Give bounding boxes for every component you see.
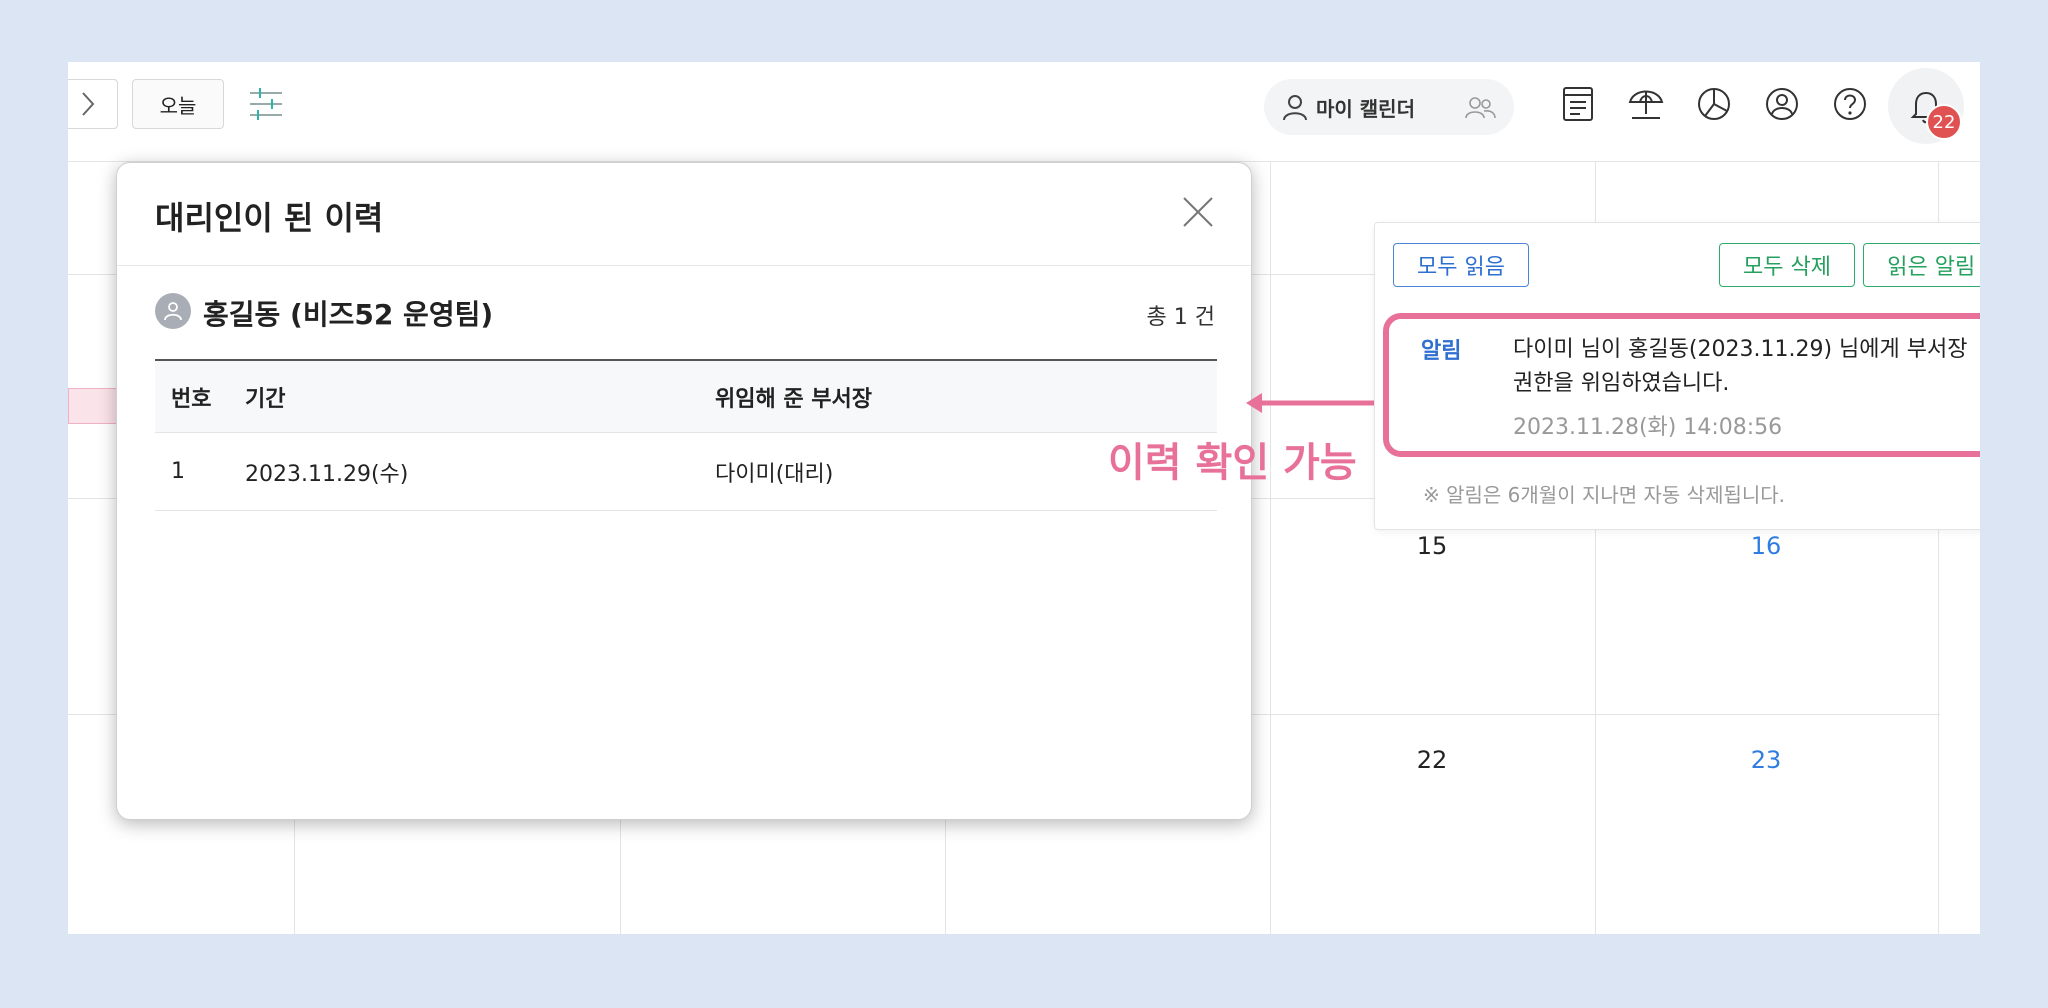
chevron-right-icon [82, 92, 95, 116]
profile-icon[interactable] [1762, 84, 1802, 124]
day-number-saturday[interactable]: 16 [1736, 532, 1796, 560]
next-button[interactable] [68, 79, 118, 129]
notification-count-badge: 22 [1926, 104, 1962, 140]
table-row: 1 2023.11.29(수) 다이미(대리) [155, 433, 1217, 511]
modal-title: 대리인이 된 이력 [155, 199, 384, 237]
column-header-number: 번호 [171, 386, 212, 412]
notification-tag: 알림 [1421, 339, 1462, 364]
notification-time: 2023.11.28(화) 14:08:56 [1513, 415, 1783, 440]
history-table: 번호 기간 위임해 준 부서장 1 2023.11.29(수) 다이미(대리) [155, 359, 1217, 511]
person-icon [1283, 95, 1307, 121]
annotation-label: 이력 확인 가능 [1108, 440, 1357, 486]
column-header-delegator: 위임해 준 부서장 [715, 386, 872, 412]
my-calendar-toggle[interactable]: 마이 캘린더 [1264, 79, 1514, 135]
divider [117, 265, 1251, 266]
table-cell: 1 [171, 459, 185, 484]
shared-calendar-icon[interactable] [1464, 93, 1496, 121]
my-calendar-label: 마이 캘린더 [1316, 96, 1415, 121]
notification-panel: 모두 읽음 모두 삭제 읽은 알림 삭제 알림 다이미 님이 홍길동(2023.… [1374, 222, 1980, 530]
today-button[interactable]: 오늘 [132, 79, 224, 129]
calendar-app: 오늘 마이 캘린더 22 15 16 22 23 대리인이 된 이력 홍길동 (… [68, 62, 1980, 934]
delete-all-button[interactable]: 모두 삭제 [1719, 243, 1855, 287]
day-number[interactable]: 22 [1402, 746, 1462, 774]
help-icon[interactable] [1830, 84, 1870, 124]
person-icon [164, 302, 182, 321]
grid-line [1270, 162, 1271, 934]
avatar [155, 293, 191, 329]
annotation-arrow-icon [1246, 393, 1382, 413]
column-header-period: 기간 [245, 386, 286, 412]
table-cell: 2023.11.29(수) [245, 461, 409, 487]
notification-item[interactable]: 알림 다이미 님이 홍길동(2023.11.29) 님에게 부서장 권한을 위임… [1383, 313, 1980, 457]
notification-footer-note: ※ 알림은 6개월이 지나면 자동 삭제됩니다. [1423, 483, 1786, 507]
statistics-pie-icon[interactable] [1694, 84, 1734, 124]
notes-icon[interactable] [1558, 84, 1598, 124]
filter-settings-icon[interactable] [246, 84, 286, 124]
delete-read-button[interactable]: 읽은 알림 삭제 [1863, 243, 1980, 287]
notification-message: 다이미 님이 홍길동(2023.11.29) 님에게 부서장 권한을 위임하였습… [1513, 337, 1968, 396]
my-calendar-button[interactable]: 마이 캘린더 [1264, 79, 1442, 135]
table-header: 번호 기간 위임해 준 부서장 [155, 359, 1217, 433]
day-number-saturday[interactable]: 23 [1736, 746, 1796, 774]
delegation-history-modal: 대리인이 된 이력 홍길동 (비즈52 운영팀) 총 1 건 번호 기간 위임해… [116, 162, 1252, 820]
calendar-toolbar: 오늘 마이 캘린더 22 [68, 62, 1980, 162]
screenshot-frame: 오늘 마이 캘린더 22 15 16 22 23 대리인이 된 이력 홍길동 (… [0, 0, 2048, 1008]
person-name: 홍길동 (비즈52 운영팀) [203, 298, 494, 331]
day-number[interactable]: 15 [1402, 532, 1462, 560]
total-count: 총 1 건 [1146, 305, 1215, 330]
close-icon[interactable] [1181, 195, 1215, 229]
mark-all-read-button[interactable]: 모두 읽음 [1393, 243, 1529, 287]
table-cell: 다이미(대리) [715, 461, 834, 487]
vacation-umbrella-icon[interactable] [1626, 84, 1666, 124]
